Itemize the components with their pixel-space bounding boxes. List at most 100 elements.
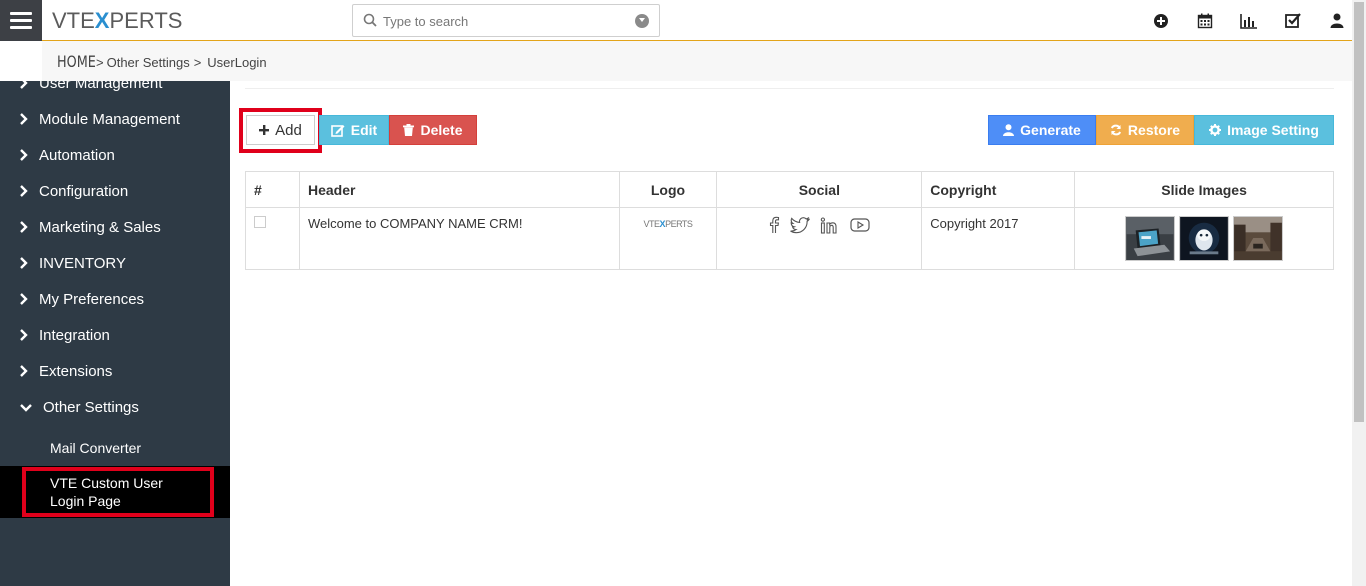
highlight-box	[22, 467, 214, 517]
row-logo-image: VTEXPERTS	[628, 219, 709, 229]
plus-circle-icon[interactable]	[1150, 10, 1172, 32]
column-header-social: Social	[716, 171, 923, 208]
row-select-cell	[245, 207, 300, 270]
row-slide-images-cell	[1074, 207, 1334, 270]
sidebar-item-other-settings[interactable]: Other Settings	[0, 389, 230, 425]
search-input[interactable]	[383, 11, 623, 31]
scrollbar-thumb[interactable]	[1354, 2, 1364, 422]
chevron-right-icon	[20, 149, 28, 161]
row-copyright-cell: Copyright 2017	[921, 207, 1076, 270]
image-setting-button[interactable]: Image Setting	[1194, 115, 1334, 145]
sidebar-item-label: Other Settings	[43, 398, 139, 416]
sidebar-item-label: Configuration	[39, 182, 129, 200]
breadcrumb-other-settings[interactable]: Other Settings	[107, 55, 190, 70]
sidebar-item-extensions[interactable]: Extensions	[0, 353, 230, 389]
chevron-right-icon	[20, 365, 28, 377]
refresh-icon	[1110, 124, 1122, 136]
generate-button-label: Generate	[1020, 122, 1081, 138]
brand-logo[interactable]: VTEXPERTS	[52, 8, 182, 34]
image-setting-button-label: Image Setting	[1227, 122, 1319, 138]
restore-button[interactable]: Restore	[1096, 115, 1194, 145]
row-header-cell: Welcome to COMPANY NAME CRM!	[298, 207, 620, 270]
sidebar-item-label: Marketing & Sales	[39, 218, 161, 236]
laptop-image[interactable]	[1125, 216, 1176, 261]
column-header-number: #	[245, 171, 300, 208]
logo-x: X	[94, 8, 110, 33]
chevron-right-icon	[20, 113, 28, 125]
divider	[245, 88, 1334, 89]
sidebar-item-automation[interactable]: Automation	[0, 137, 230, 173]
generate-button[interactable]: Generate	[988, 115, 1096, 145]
sidebar-item-module-management[interactable]: Module Management	[0, 101, 230, 137]
sidebar-item-label: Extensions	[39, 362, 113, 380]
edit-button[interactable]: Edit	[319, 115, 389, 145]
search-icon	[363, 13, 377, 27]
breadcrumb-separator: >	[193, 55, 202, 70]
chevron-down-icon	[20, 404, 32, 412]
sidebar-item-my-preferences[interactable]: My Preferences	[0, 281, 230, 317]
sidebar-subitem-mail-converter[interactable]: Mail Converter	[0, 436, 230, 460]
column-header-slide-images: Slide Images	[1074, 171, 1334, 208]
row-logo-cell: VTEXPERTS	[618, 207, 718, 270]
facebook-icon[interactable]	[768, 216, 780, 234]
street-image[interactable]	[1233, 216, 1284, 261]
sidebar-item-label: Module Management	[39, 110, 180, 128]
highlight-box	[239, 108, 322, 153]
row-social-cell	[716, 207, 923, 270]
header-actions	[1150, 0, 1348, 41]
column-header-logo: Logo	[618, 171, 718, 208]
logo-text-suffix: PERTS	[109, 8, 183, 33]
chevron-right-icon	[20, 257, 28, 269]
sidebar: User Management Module Management Automa…	[0, 81, 230, 586]
column-header-header: Header	[298, 171, 620, 208]
chevron-right-icon	[20, 293, 28, 305]
chevron-right-icon	[20, 185, 28, 197]
breadcrumb-userlogin: UserLogin	[207, 55, 267, 70]
breadcrumb-home[interactable]: HOME	[57, 52, 96, 71]
row-checkbox[interactable]	[254, 216, 266, 228]
edit-icon	[330, 124, 345, 137]
sidebar-item-label: INVENTORY	[39, 254, 126, 272]
sidebar-subitem-label: Mail Converter	[50, 440, 142, 456]
edit-button-label: Edit	[350, 122, 378, 138]
table-header-row: # Header Logo Social Copyright Slide Ima…	[245, 171, 1334, 208]
gear-icon	[1209, 124, 1222, 136]
column-header-copyright: Copyright	[921, 171, 1076, 208]
logo-text: VTE	[52, 8, 95, 33]
calendar-icon[interactable]	[1194, 10, 1216, 32]
sidebar-item-inventory[interactable]: INVENTORY	[0, 245, 230, 281]
sidebar-item-label: User Management	[39, 81, 163, 92]
sidebar-item-label: Automation	[39, 146, 115, 164]
robot-image[interactable]	[1179, 216, 1230, 261]
sidebar-item-configuration[interactable]: Configuration	[0, 173, 230, 209]
table-row[interactable]: Welcome to COMPANY NAME CRM! VTEXPERTS C…	[245, 207, 1334, 270]
row-logo-text: VTE	[643, 219, 661, 229]
sidebar-item-user-management[interactable]: User Management	[0, 81, 230, 101]
login-settings-table: # Header Logo Social Copyright Slide Ima…	[245, 171, 1334, 270]
linkedin-icon[interactable]	[820, 216, 840, 234]
delete-button[interactable]: Delete	[389, 115, 477, 145]
search-box	[352, 4, 660, 37]
chevron-right-icon	[20, 221, 28, 233]
restore-button-label: Restore	[1127, 122, 1181, 138]
breadcrumb: HOME > Other Settings > UserLogin	[57, 52, 267, 71]
checkbox-icon[interactable]	[1282, 10, 1304, 32]
top-bar: VTEXPERTS	[0, 0, 1366, 41]
delete-button-label: Delete	[420, 122, 463, 138]
youtube-icon[interactable]	[850, 217, 870, 233]
breadcrumb-separator: >	[96, 55, 104, 70]
user-icon	[1003, 124, 1015, 136]
twitter-icon[interactable]	[790, 216, 811, 234]
sidebar-item-label: Integration	[39, 326, 110, 344]
row-logo-text-suffix: PERTS	[665, 219, 693, 229]
bar-chart-icon[interactable]	[1238, 10, 1260, 32]
trash-icon	[403, 124, 415, 136]
sidebar-item-integration[interactable]: Integration	[0, 317, 230, 353]
breadcrumb-bar: HOME > Other Settings > UserLogin	[42, 41, 1352, 81]
scrollbar[interactable]	[1352, 0, 1366, 586]
user-icon[interactable]	[1326, 10, 1348, 32]
sidebar-item-marketing-sales[interactable]: Marketing & Sales	[0, 209, 230, 245]
menu-icon[interactable]	[0, 0, 42, 41]
sidebar-item-label: My Preferences	[39, 290, 145, 308]
search-dropdown-icon[interactable]	[635, 14, 649, 28]
